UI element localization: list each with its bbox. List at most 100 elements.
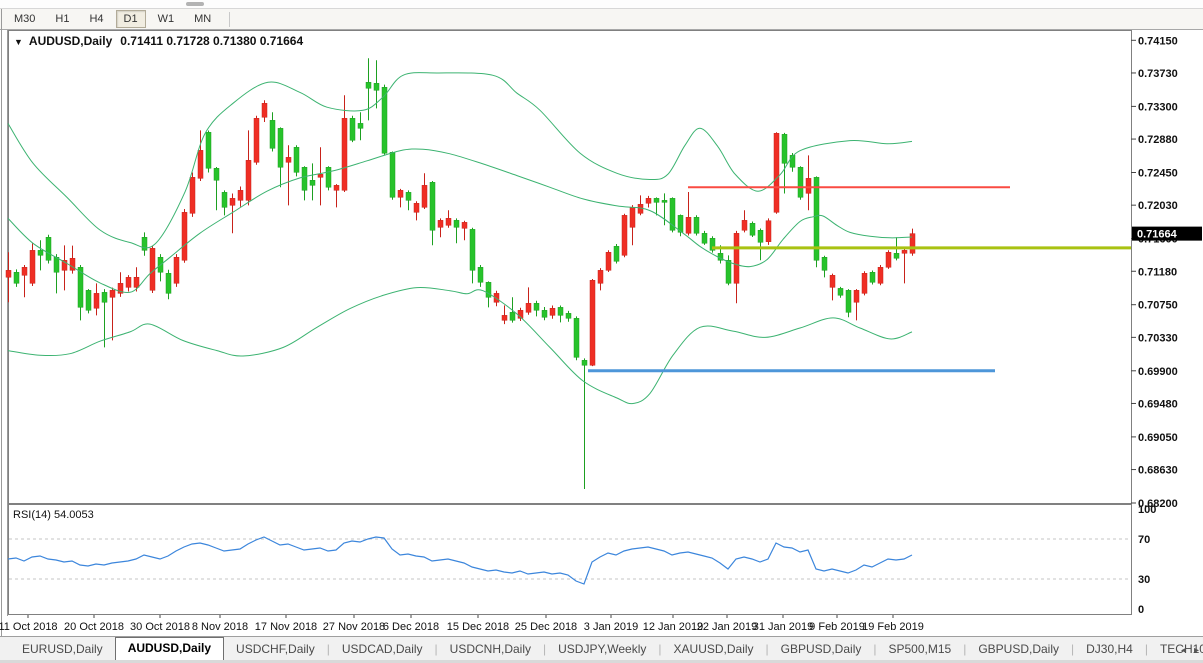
candle-body [262,103,267,117]
date-axis-label: 20 Oct 2018 [64,621,124,633]
candle [206,131,211,173]
candle-body [758,230,763,242]
candle [878,265,883,285]
candle-body [134,277,139,287]
candle-body [478,267,483,282]
symbol-tab-dj30-h4[interactable]: DJ30,H4 [1074,639,1145,660]
candle-body [366,82,371,88]
symbol-tab-xauusd-daily[interactable]: XAUUSD,Daily [662,639,766,660]
candle [254,116,259,165]
symbol-tab-eurusd-daily[interactable]: EURUSD,Daily [10,639,115,660]
candle-body [646,198,651,203]
candle-body [526,303,531,312]
candle-body [286,157,291,162]
candle-body [166,273,171,293]
candle-body [390,152,395,197]
price-axis-label: 0.72030 [1138,200,1178,212]
caption-ohlc-values: 0.71411 0.71728 0.71380 0.71664 [120,34,303,48]
price-axis-label: 0.68630 [1138,465,1178,477]
date-axis[interactable]: 11 Oct 201820 Oct 201830 Oct 20188 Nov 2… [0,615,924,633]
candle [750,221,755,237]
candle-body [654,198,659,202]
candle-body [238,190,243,200]
candle-body [94,293,99,308]
candle-body [502,315,507,320]
candle-body [302,167,307,190]
candle [862,271,867,295]
candle-body [374,83,379,90]
candle-body [38,250,43,255]
symbol-tab-audusd-daily[interactable]: AUDUSD,Daily [115,637,224,660]
candle-body [558,307,563,315]
candle-body [174,257,179,283]
candle [182,209,187,263]
candle-body [462,222,467,228]
candle [670,197,675,232]
candle-body [550,308,555,315]
candle-body [406,192,411,200]
symbol-tab-gbpusd-daily[interactable]: GBPUSD,Daily [769,639,874,660]
candle-body [598,270,603,283]
candle-body [686,217,691,233]
price-axis-label: 0.72880 [1138,134,1178,146]
tab-scroll-right-icon[interactable]: ▸ [1194,645,1199,656]
candle-body [22,267,27,275]
candle-body [446,218,451,225]
candle-body [662,200,667,202]
symbol-tab-gbpusd-daily[interactable]: GBPUSD,Daily [966,639,1071,660]
symbol-tab-usdcad-daily[interactable]: USDCAD,Daily [330,639,435,660]
candle-body [894,253,899,258]
candle-body [254,118,259,162]
candle-body [342,118,347,190]
symbol-tab-sp500-m15[interactable]: SP500,M15 [876,639,963,660]
symbol-tab-usdcnh-daily[interactable]: USDCNH,Daily [438,639,543,660]
candle-body [798,167,803,197]
candle-body [294,147,299,172]
candle-body [110,290,115,297]
candle [622,214,627,258]
rsi-label: RSI(14) 54.0053 [13,509,94,521]
candle [350,116,355,142]
candle [326,166,331,190]
symbol-tab-usdjpy-weekly[interactable]: USDJPY,Weekly [546,639,658,660]
candle-body [734,233,739,283]
chart-caption: ▼AUDUSD,Daily0.71411 0.71728 0.71380 0.7… [14,34,303,48]
candle-body [630,207,635,227]
candle-body [854,290,859,302]
date-axis-label: 25 Dec 2018 [515,621,577,633]
candle-body [102,292,107,302]
symbol-tab-bar: EURUSD,DailyAUDUSD,DailyUSDCHF,Daily|USD… [0,636,1203,660]
rsi-panel[interactable] [9,505,1132,615]
candle-body [566,313,571,318]
price-axis[interactable]: 0.741500.737300.733000.728800.724500.720… [1131,35,1178,510]
candle [574,316,579,360]
candle-body [614,246,619,261]
current-price-badge-text: 0.71664 [1137,229,1178,241]
candle-body [326,167,331,187]
candle-body [606,252,611,270]
candle-body [350,118,355,140]
candle-body [150,248,155,290]
candle [814,176,819,267]
tab-scroll-left-icon[interactable]: ◂ [1181,645,1186,656]
symbol-tab-usdchf-daily[interactable]: USDCHF,Daily [224,639,327,660]
candle-body [702,233,707,243]
collapse-triangle-icon[interactable]: ▼ [14,37,23,47]
date-axis-label: 9 Feb 2019 [809,621,865,633]
candle-body [278,128,283,167]
candle-body [270,120,275,148]
candle-body [318,174,323,177]
candle [614,244,619,263]
rsi-axis-label: 0 [1138,604,1144,616]
candle [766,218,771,244]
candle-body [46,237,51,260]
candle-body [750,223,755,235]
current-price-badge: 0.71664 [1132,227,1202,241]
candle-body [334,185,339,190]
candle-body [846,290,851,312]
candle [774,132,779,213]
candle-body [430,182,435,230]
chart-area[interactable]: 0.741500.737300.733000.728800.724500.720… [0,0,1203,636]
price-axis-label: 0.71180 [1138,266,1177,278]
candle [174,254,179,287]
